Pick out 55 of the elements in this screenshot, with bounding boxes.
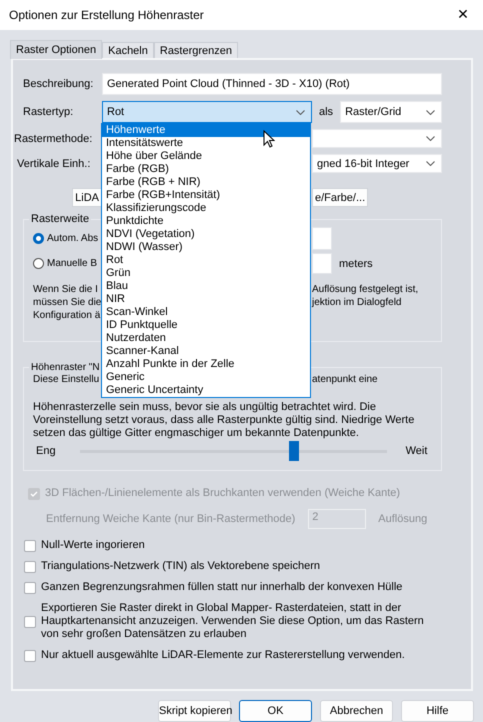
- vertical-units-dropdown[interactable]: gned 16-bit Integer: [312, 154, 442, 173]
- chevron-icon: [426, 161, 435, 166]
- option-checkbox[interactable]: Null-Werte ingorieren: [24, 539, 442, 552]
- field-label: Rastermethode:: [13, 132, 94, 144]
- unit-label: meters: [339, 258, 373, 270]
- note-text: müssen Sie die: [33, 296, 102, 309]
- field-label: Vertikale Einh.:: [16, 158, 92, 170]
- field-label: Beschreibung:: [22, 78, 94, 90]
- group-title: Höhenraster "N: [30, 362, 101, 373]
- close-button[interactable]: ✕: [443, 0, 483, 30]
- radio-option[interactable]: Manuelle B: [33, 258, 98, 269]
- description-field[interactable]: Generated Point Cloud (Thinned - 3D - X10) (Rot): [102, 73, 442, 95]
- option-checkbox[interactable]: Nur aktuell ausgewählte LiDAR-Elemente zur Rastererstellung verwenden.: [24, 649, 442, 662]
- unit-label: Auflösung: [378, 513, 428, 525]
- slider-min-label: Eng: [36, 445, 56, 457]
- dropdown-item[interactable]: Höhenwerte: [102, 124, 310, 137]
- tab[interactable]: Raster Optionen: [10, 40, 102, 59]
- window-title: Optionen zur Erstellung Höhenraster: [9, 8, 204, 22]
- slider-max-label: Weit: [406, 445, 428, 457]
- color-button[interactable]: e/Farbe/...: [312, 188, 368, 207]
- note-text: Wenn Sie die I: [33, 283, 99, 296]
- option-checkbox[interactable]: Triangulations-Netzwerk (TIN) als Vektorebene speichern: [24, 560, 442, 573]
- option-checkbox[interactable]: Exportieren Sie Raster direkt in Global Mapper- Rasterdateien, statt in der Hauptkartenansicht anzuzeigen. Verwenden Sie diese Option, um das Rastern von sehr großen Datensätzen zu erlauben: [24, 602, 442, 641]
- dialog-button[interactable]: OK: [239, 700, 312, 722]
- tab[interactable]: Kacheln: [102, 42, 154, 59]
- chevron-icon: [426, 110, 435, 114]
- dialog-button[interactable]: Abbrechen: [320, 700, 393, 722]
- radio-option[interactable]: Autom. Abs: [33, 233, 98, 244]
- raster-type-dropdown[interactable]: Rot: [102, 101, 312, 123]
- soft-edge-label: Entfernung Weiche Kante (nur Bin-Rastermethode): [46, 513, 296, 525]
- slider-thumb[interactable]: [289, 441, 300, 461]
- tab[interactable]: Rastergrenzen: [154, 42, 238, 59]
- description-text: setzen das gültige Gitter engmaschiger um bekannte Datenpunkte.: [33, 427, 360, 440]
- note-text: Auflösung festgelegt ist,: [312, 283, 420, 296]
- method-dropdown[interactable]: [312, 129, 442, 148]
- spacing-field[interactable]: [312, 253, 332, 274]
- note-text: Konfiguration ä: [33, 309, 102, 322]
- description-text: Diese Einstellu: [33, 373, 100, 386]
- dialog-button[interactable]: Skript kopieren: [158, 700, 231, 722]
- as-label: als: [319, 106, 334, 118]
- option-checkbox[interactable]: Ganzen Begrenzungsrahmen füllen statt nur innerhalb der konvexen Hülle: [24, 581, 442, 594]
- chevron-icon: [296, 110, 305, 114]
- dialog-button[interactable]: Hilfe: [401, 700, 474, 722]
- output-type-dropdown[interactable]: Raster/Grid: [340, 101, 442, 123]
- spacing-field[interactable]: [312, 227, 332, 250]
- description-text: Voreinstellung setzt voraus, dass alle Rasterpunkte gültig sind. Niedrige Werte: [33, 414, 416, 427]
- cursor-icon: [263, 130, 275, 148]
- field-label: Rastertyp:: [22, 106, 74, 118]
- note-text: jektion im Dialogfeld: [312, 296, 402, 309]
- lidar-button[interactable]: LiDA: [72, 188, 102, 207]
- description-text: atenpunkt eine: [312, 373, 379, 386]
- checkmark-icon: [30, 491, 38, 497]
- description-text: Höhenrasterzelle sein muss, bevor sie als ungültig betrachtet wird. Die: [33, 401, 377, 414]
- chevron-icon: [426, 136, 435, 141]
- group-title: Rasterweite: [30, 213, 90, 225]
